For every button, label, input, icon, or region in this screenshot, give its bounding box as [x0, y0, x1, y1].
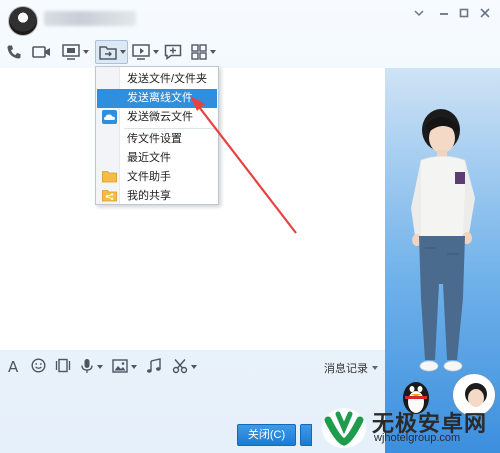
- menu-item-label: 文件助手: [127, 171, 171, 183]
- chevron-down-icon: [210, 50, 216, 54]
- video-call-button[interactable]: [32, 40, 54, 64]
- maximize-icon[interactable]: [453, 6, 475, 22]
- menu-item-file-transfer-settings[interactable]: 传文件设置: [97, 130, 217, 149]
- watermark-url: wjhotelgroup.com: [374, 432, 461, 444]
- music-note-icon: [146, 357, 161, 377]
- smiley-icon: [31, 358, 46, 376]
- close-icon[interactable]: [474, 6, 496, 22]
- emoji-button[interactable]: [31, 357, 47, 377]
- send-file-button[interactable]: [95, 40, 128, 64]
- menu-item-label: 发送文件/文件夹: [127, 73, 208, 85]
- video-camera-icon: [32, 45, 52, 59]
- app-grid-icon: [191, 44, 207, 60]
- menu-item-label: 发送离线文件: [127, 92, 193, 104]
- weiyun-cloud-icon: [102, 110, 117, 124]
- menu-item-label: 最近文件: [127, 152, 171, 164]
- watermark-logo: [322, 408, 366, 448]
- create-group-button[interactable]: [164, 40, 184, 64]
- minimize-icon[interactable]: [433, 6, 455, 22]
- window-shake-icon: [54, 358, 72, 376]
- screenshot-button[interactable]: [172, 357, 197, 377]
- remote-desktop-button[interactable]: [62, 40, 92, 64]
- chevron-down-icon: [191, 365, 197, 369]
- share-folder-icon: [102, 189, 117, 203]
- remote-screen-icon: [62, 44, 80, 60]
- message-history-label: 消息记录: [324, 363, 368, 375]
- chevron-down-icon: [97, 365, 103, 369]
- menu-item-file-assistant[interactable]: 文件助手: [97, 168, 217, 187]
- add-chat-icon: [164, 44, 182, 60]
- screen-share-icon: [132, 44, 150, 60]
- chevron-down-icon: [153, 50, 159, 54]
- menu-item-label: 传文件设置: [127, 133, 182, 145]
- font-button[interactable]: A: [8, 357, 22, 377]
- menu-item-send-weiyun-file[interactable]: 发送微云文件: [97, 108, 217, 127]
- menu-item-label: 我的共享: [127, 190, 171, 202]
- menu-item-label: 发送微云文件: [127, 111, 193, 123]
- menu-item-my-share[interactable]: 我的共享: [97, 187, 217, 206]
- menu-item-send-offline-file[interactable]: 发送离线文件: [97, 89, 217, 108]
- close-button[interactable]: 关闭(C): [237, 424, 296, 446]
- chevron-down-icon: [83, 50, 89, 54]
- chevron-down-icon: [131, 365, 137, 369]
- menu-item-recent-files[interactable]: 最近文件: [97, 149, 217, 168]
- contact-avatar[interactable]: [8, 6, 38, 36]
- image-button[interactable]: [112, 357, 137, 377]
- contact-name-redacted: [44, 11, 136, 26]
- shake-button[interactable]: [54, 357, 72, 377]
- title-bar: [0, 0, 500, 38]
- image-icon: [112, 358, 128, 376]
- font-icon: A: [8, 358, 19, 376]
- send-button[interactable]: [300, 424, 312, 446]
- folder-icon: [102, 170, 117, 184]
- chevron-down-icon[interactable]: [408, 6, 430, 22]
- menu-item-send-file-folder[interactable]: 发送文件/文件夹: [97, 70, 217, 89]
- voice-message-button[interactable]: [80, 357, 104, 377]
- share-screen-button[interactable]: [132, 40, 162, 64]
- message-history-button[interactable]: 消息记录: [324, 360, 378, 376]
- voice-call-button[interactable]: [6, 40, 24, 64]
- menu-separator: [124, 128, 216, 129]
- phone-icon: [6, 44, 22, 60]
- scissors-icon: [172, 358, 188, 377]
- microphone-icon: [80, 358, 94, 377]
- send-file-menu: 发送文件/文件夹 发送离线文件 发送微云文件 传文件设置 最近文件 文件助手 我…: [95, 66, 219, 205]
- qq-show-panel: [385, 68, 500, 453]
- folder-send-icon: [99, 45, 117, 60]
- chevron-down-icon: [372, 366, 378, 370]
- app-grid-button[interactable]: [191, 40, 219, 64]
- qq-chat-window: A 消息记录 关闭(C) 无极安卓网 wjhotelgroup.com 发送文件…: [0, 0, 500, 453]
- chevron-down-icon: [120, 50, 126, 54]
- music-button[interactable]: [146, 357, 162, 377]
